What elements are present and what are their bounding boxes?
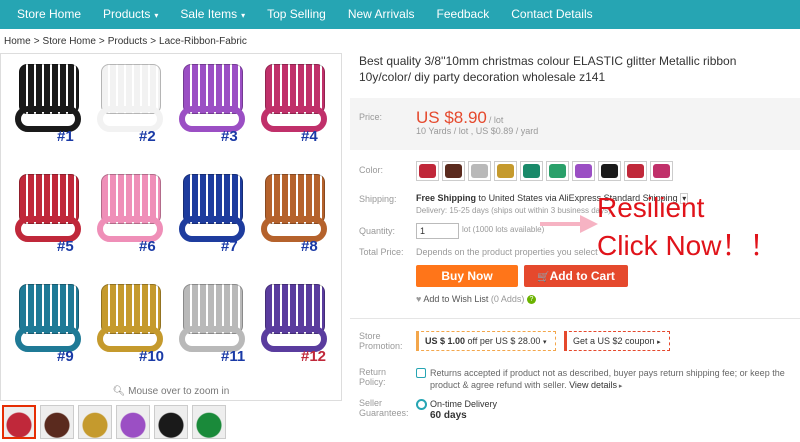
- nav-item-top-selling[interactable]: Top Selling: [256, 0, 337, 29]
- cart-icon: 🛒: [537, 272, 550, 283]
- color-number-label: #5: [57, 238, 74, 255]
- chevron-down-icon: ▾: [542, 339, 547, 346]
- quantity-unit: lot (1000 lots available): [462, 225, 545, 234]
- store-coupon-discount[interactable]: US $ 1.00 off per US $ 28.00 ▾: [416, 331, 556, 351]
- color-swatch[interactable]: [572, 161, 595, 181]
- quantity-input[interactable]: 1: [416, 223, 459, 239]
- ribbon-spool: #8: [257, 170, 335, 255]
- breadcrumb: Home > Store Home > Products > Lace-Ribbon-Fab…: [4, 36, 250, 47]
- overlay-cta[interactable]: Click Now！！: [597, 230, 777, 262]
- wishlist-row: ♥ Add to Wish List (0 Adds) ?: [416, 294, 536, 305]
- ribbon-spool: #4: [257, 60, 335, 145]
- return-policy-text: Returns accepted if product not as descr…: [430, 368, 785, 390]
- overlay-headline[interactable]: Resilient: [597, 192, 704, 224]
- price-value: US $8.90/ lot: [416, 108, 504, 127]
- nav-item-products[interactable]: Products ▾: [92, 0, 169, 30]
- color-swatch[interactable]: [442, 161, 465, 181]
- help-icon[interactable]: ?: [526, 295, 536, 305]
- color-swatches: [416, 161, 673, 181]
- breadcrumb-separator: >: [98, 36, 105, 47]
- nav-item-sale-items[interactable]: Sale Items ▾: [169, 0, 256, 30]
- divider: [350, 318, 800, 319]
- ribbon-spool: #3: [175, 60, 253, 145]
- magnifier-icon: 🔍︎: [112, 386, 129, 397]
- add-to-cart-button[interactable]: 🛒Add to Cart: [524, 265, 628, 287]
- guarantee-ontime: On-time Delivery: [430, 399, 498, 409]
- breadcrumb-item[interactable]: Store Home: [43, 36, 96, 47]
- top-nav: Store Home Products ▾ Sale Items ▾ Top Sellin…: [0, 0, 800, 29]
- thumbnail[interactable]: [192, 405, 226, 439]
- color-swatch[interactable]: [598, 161, 621, 181]
- thumbnail[interactable]: [2, 405, 36, 439]
- ribbon-spool: #6: [93, 170, 171, 255]
- arrow-icon: [540, 215, 598, 233]
- color-number-label: #3: [221, 128, 238, 145]
- ribbon-spool: #11: [175, 280, 253, 365]
- total-label: Total Price:: [359, 247, 404, 257]
- add-to-wishlist-link[interactable]: Add to Wish List: [423, 294, 488, 304]
- return-label: Return Policy:: [359, 367, 387, 387]
- color-swatch[interactable]: [416, 161, 439, 181]
- nav-item-feedback[interactable]: Feedback: [426, 0, 501, 29]
- chevron-right-icon: ▸: [657, 339, 661, 346]
- nav-item-contact-details[interactable]: Contact Details: [500, 0, 603, 29]
- breadcrumb-item[interactable]: Products: [108, 36, 147, 47]
- nav-item-new-arrivals[interactable]: New Arrivals: [337, 0, 426, 29]
- thumbnail[interactable]: [78, 405, 112, 439]
- color-swatch[interactable]: [494, 161, 517, 181]
- shipping-label: Shipping:: [359, 194, 397, 204]
- breadcrumb-item[interactable]: Lace-Ribbon-Fabric: [159, 36, 247, 47]
- color-swatch[interactable]: [624, 161, 647, 181]
- guarantee-days: 60 days: [430, 410, 467, 421]
- color-number-label: #12: [301, 348, 327, 365]
- color-number-label: #8: [301, 238, 318, 255]
- nav-item-store-home[interactable]: Store Home: [0, 0, 92, 29]
- product-title: Best quality 3/8''10mm christmas colour …: [359, 54, 737, 84]
- color-number-label: #6: [139, 238, 156, 255]
- price-label: Price:: [359, 112, 383, 122]
- ribbon-spool: #10: [93, 280, 171, 365]
- ribbon-spool: #2: [93, 60, 171, 145]
- clock-icon: [416, 399, 427, 410]
- breadcrumb-separator: >: [150, 36, 157, 47]
- ribbon-spool: #5: [11, 170, 89, 255]
- ribbon-spool: #1: [11, 60, 89, 145]
- color-swatch[interactable]: [650, 161, 673, 181]
- price-per-yard: 10 Yards / lot , US $0.89 / yard: [416, 126, 539, 136]
- product-main-image[interactable]: #1 #2 #3 #4 #5 #6 #7 #8 #9 #10 #11 #12: [0, 53, 342, 401]
- buy-now-button[interactable]: Buy Now: [416, 265, 518, 287]
- color-number-label: #7: [221, 238, 238, 255]
- thumbnail[interactable]: [40, 405, 74, 439]
- color-label: Color:: [359, 165, 384, 175]
- get-coupon-button[interactable]: Get a US $2 coupon ▸: [564, 331, 670, 351]
- color-swatch[interactable]: [546, 161, 569, 181]
- color-swatch[interactable]: [468, 161, 491, 181]
- color-number-label: #1: [57, 128, 74, 145]
- color-swatch[interactable]: [520, 161, 543, 181]
- return-shield-icon: [416, 368, 426, 378]
- color-number-label: #11: [221, 348, 246, 365]
- promotion-label: Store Promotion:: [359, 331, 403, 351]
- chevron-down-icon: ▾: [241, 10, 246, 20]
- breadcrumb-item[interactable]: Home: [4, 36, 31, 47]
- quantity-label: Quantity:: [359, 226, 396, 236]
- view-details-link[interactable]: View details: [569, 380, 617, 390]
- chevron-down-icon: ▾: [154, 10, 159, 20]
- thumbnail[interactable]: [154, 405, 188, 439]
- image-thumbnails: [2, 405, 226, 439]
- color-number-label: #4: [301, 128, 318, 145]
- color-number-label: #2: [139, 128, 156, 145]
- total-value: Depends on the product properties you se…: [416, 247, 598, 257]
- zoom-hint: 🔍︎ Mouse over to zoom in: [112, 386, 230, 397]
- color-number-label: #9: [57, 348, 74, 365]
- guarantee-label: Seller Guarantees:: [359, 398, 409, 418]
- color-number-label: #10: [139, 348, 165, 365]
- ribbon-spool: #12: [257, 280, 335, 365]
- thumbnail[interactable]: [116, 405, 150, 439]
- ribbon-spool: #9: [11, 280, 89, 365]
- ribbon-spool: #7: [175, 170, 253, 255]
- breadcrumb-separator: >: [33, 36, 40, 47]
- heart-icon[interactable]: ♥: [416, 294, 421, 304]
